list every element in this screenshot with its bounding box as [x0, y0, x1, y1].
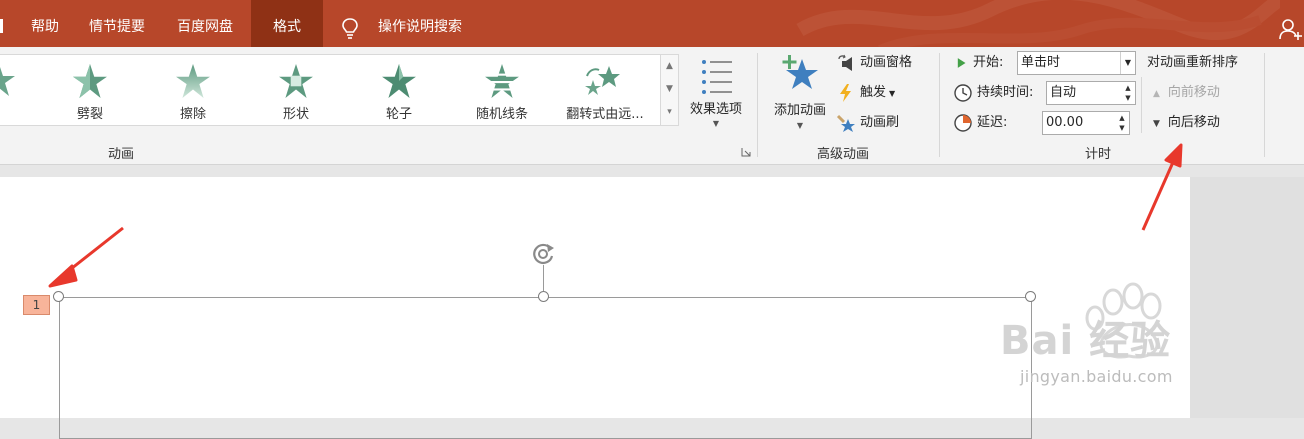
start-dropdown[interactable]: 单击时 ▼ — [1017, 51, 1136, 75]
group-label-timing: 计时 — [1085, 147, 1112, 162]
gallery-item-partial[interactable] — [0, 55, 20, 125]
stepper-arrows-icon[interactable]: ▲ ▼ — [1122, 83, 1134, 103]
share-user-icon[interactable] — [1279, 18, 1303, 40]
random-bars-star-icon — [484, 64, 520, 98]
move-later-label: 向后移动 — [1167, 115, 1220, 130]
effect-options-icon — [702, 60, 732, 94]
tell-me-search[interactable]: 操作说明搜索 — [368, 0, 472, 47]
group-divider — [757, 53, 758, 157]
clock-icon — [954, 83, 972, 102]
rotation-stem — [543, 265, 544, 291]
start-label: 开始: — [973, 55, 1004, 70]
gallery-item-random-bars[interactable]: 随机线条 — [452, 55, 552, 125]
gallery-scroll-down-button[interactable]: ▼ — [661, 78, 678, 101]
star-icon — [0, 67, 15, 96]
start-label-row: 开始: — [955, 51, 1003, 75]
delay-stepper[interactable]: 00.00 ▲ ▼ — [1042, 111, 1130, 135]
group-label-animation: 动画 — [108, 147, 135, 162]
gallery-more-button[interactable]: ▾ — [661, 101, 678, 124]
lightning-icon — [840, 83, 851, 102]
lightbulb-icon[interactable] — [341, 17, 359, 39]
animation-pane-label: 动画窗格 — [860, 55, 913, 70]
move-earlier-label: 向前移动 — [1167, 85, 1220, 100]
gallery-item-shape[interactable]: 形状 — [246, 55, 346, 125]
trigger-button[interactable]: 触发 ▼ — [836, 81, 895, 105]
animation-order-tag[interactable]: 1 — [23, 295, 50, 315]
delay-clock-icon — [954, 113, 972, 132]
move-earlier-button[interactable]: ▲ 向前移动 — [1153, 81, 1220, 105]
tab-format[interactable]: 格式 — [251, 0, 323, 47]
trigger-label: 触发 — [860, 85, 887, 100]
chevron-down-icon: ▼ — [796, 121, 804, 130]
gallery-item-wheel[interactable]: 轮子 — [349, 55, 449, 125]
watermark-url: jingyan.baidu.com — [1020, 367, 1173, 386]
baidu-logo-watermark: Bai 经验 — [1000, 318, 1172, 364]
gallery-label: 随机线条 — [475, 107, 528, 122]
chevron-down-icon: ▼ — [712, 119, 720, 128]
chevron-down-icon: ▼ — [889, 89, 896, 98]
chevron-down-icon[interactable]: ▼ — [1120, 52, 1135, 74]
delay-label-row: 延迟: — [953, 111, 1007, 135]
start-value: 单击时 — [1021, 55, 1061, 70]
gallery-label: 擦除 — [179, 107, 206, 122]
tab-help[interactable]: 帮助 — [22, 0, 68, 47]
timing-divider — [1141, 77, 1142, 133]
gallery-label: 轮子 — [385, 107, 412, 122]
dialog-launcher-icon[interactable] — [741, 147, 751, 157]
gallery-label: 形状 — [282, 107, 309, 122]
rotate-handle-icon[interactable] — [530, 240, 558, 268]
flip-stars-icon — [585, 66, 620, 95]
wipe-star-icon — [176, 64, 210, 98]
triangle-up-icon: ▲ — [1153, 89, 1160, 99]
duration-label: 持续时间: — [977, 85, 1034, 100]
animation-painter-button[interactable]: 动画刷 — [836, 111, 899, 135]
animation-pane-button[interactable]: 动画窗格 — [836, 51, 912, 75]
gallery-item-flip[interactable]: 翻转式由远... — [555, 55, 655, 125]
triangle-down-icon: ▼ — [1153, 119, 1160, 129]
gallery-item-split[interactable]: 劈裂 — [40, 55, 140, 125]
tab-partial-edge — [0, 19, 3, 33]
move-later-button[interactable]: ▼ 向后移动 — [1153, 111, 1220, 135]
group-label-advanced-animation: 高级动画 — [817, 147, 870, 162]
animation-painter-label: 动画刷 — [860, 115, 900, 130]
gallery-scrollbar: ▲ ▼ ▾ — [660, 54, 679, 126]
duration-label-row: 持续时间: — [953, 81, 1033, 105]
group-divider — [939, 53, 940, 157]
shape-star-icon — [279, 64, 313, 98]
animation-gallery: 劈裂 擦除 形状 轮子 随机线条 翻转式由远... — [0, 54, 661, 126]
stepper-arrows-icon[interactable]: ▲ ▼ — [1116, 113, 1128, 133]
gallery-label: 劈裂 — [76, 107, 103, 122]
delay-label: 延迟: — [977, 115, 1008, 130]
tab-baidu-netdisk[interactable]: 百度网盘 — [164, 0, 246, 47]
delay-value: 00.00 — [1046, 115, 1084, 130]
title-bar-decoration — [796, 0, 1280, 47]
animation-pane-icon — [838, 54, 852, 71]
duration-value: 自动 — [1050, 85, 1077, 100]
wheel-star-icon — [382, 64, 416, 98]
add-animation-star-icon — [782, 55, 818, 89]
play-icon — [957, 57, 966, 68]
add-animation-label: 添加动画 — [773, 103, 826, 118]
reorder-title: 对动画重新排序 — [1147, 55, 1239, 70]
ribbon-tab-bar: 帮助 情节提要 百度网盘 格式 操作说明搜索 — [0, 0, 1304, 47]
gallery-label: 翻转式由远... — [566, 107, 644, 122]
gallery-scroll-up-button[interactable]: ▲ — [661, 55, 678, 78]
group-divider — [1264, 53, 1265, 157]
ribbon: 劈裂 擦除 形状 轮子 随机线条 翻转式由远... ▲ ▼ ▾ 动画 效果选项 … — [0, 47, 1304, 165]
gallery-item-wipe[interactable]: 擦除 — [143, 55, 243, 125]
resize-handle-top-center[interactable] — [538, 291, 549, 302]
split-star-icon — [73, 64, 107, 98]
resize-handle-top-left[interactable] — [53, 291, 64, 302]
duration-stepper[interactable]: 自动 ▲ ▼ — [1046, 81, 1136, 105]
effect-options-label: 效果选项 — [689, 102, 742, 117]
animation-painter-icon — [836, 114, 855, 132]
tab-storyboard[interactable]: 情节提要 — [76, 0, 158, 47]
effect-options-button[interactable]: 效果选项 ▼ — [680, 52, 752, 134]
add-animation-button[interactable]: 添加动画 ▼ — [764, 52, 836, 134]
